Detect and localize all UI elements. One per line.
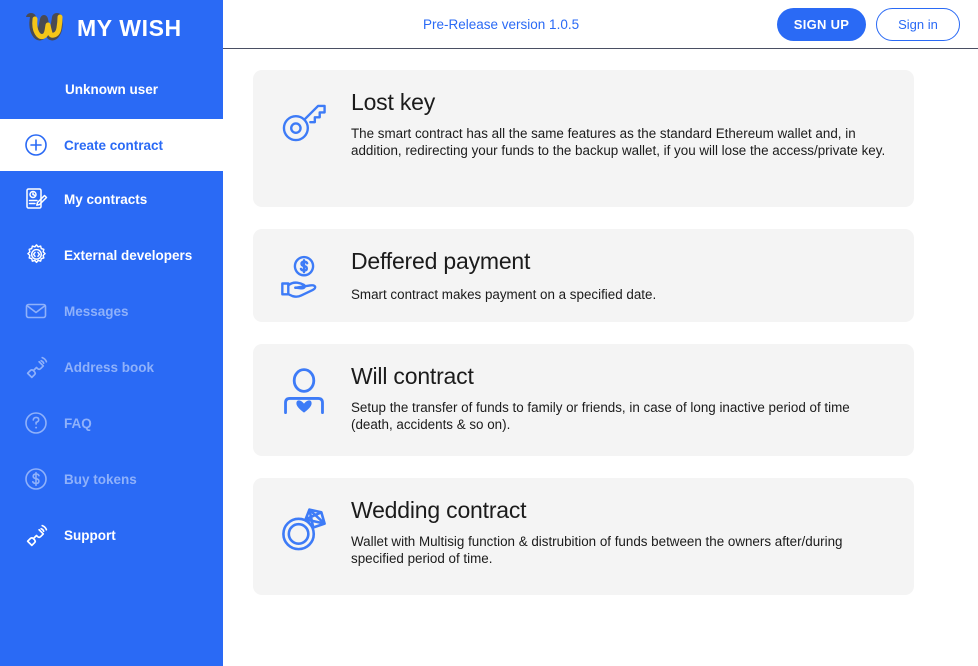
topbar: Pre-Release version 1.0.5 SIGN UP Sign i…: [223, 0, 978, 49]
dollar-circle-icon: [22, 465, 50, 493]
card-description: Wallet with Multisig function & distrubi…: [351, 534, 843, 567]
contract-type-list: Lost key The smart contract has all the …: [223, 49, 978, 666]
topbar-actions: SIGN UP Sign in: [777, 7, 960, 41]
sidebar-item-label: Create contract: [64, 137, 164, 153]
sidebar-item-external-developers[interactable]: External developers: [0, 227, 223, 283]
sidebar-item-support[interactable]: Support: [0, 507, 223, 563]
version-label: Pre-Release version 1.0.5: [423, 16, 580, 32]
username-label: Unknown user: [64, 82, 158, 97]
contract-card-deffered-payment[interactable]: Deffered payment Smart contract makes pa…: [253, 229, 914, 322]
card-title: Deffered payment: [351, 248, 531, 274]
contract-card-lost-key[interactable]: Lost key The smart contract has all the …: [253, 70, 914, 207]
card-title: Wedding contract: [351, 497, 527, 523]
gear-code-icon: [22, 241, 50, 269]
sign-up-button[interactable]: SIGN UP: [777, 7, 866, 41]
sidebar-item-buy-tokens[interactable]: Buy tokens: [0, 451, 223, 507]
document-pencil-icon: [22, 185, 50, 213]
phone-icon: [22, 353, 50, 381]
wedding-ring-icon: [273, 496, 335, 577]
person-heart-icon: [273, 362, 335, 438]
plus-circle-icon: [22, 131, 50, 159]
contract-card-will[interactable]: Will contract Setup the transfer of fund…: [253, 344, 914, 456]
question-circle-icon: [22, 409, 50, 437]
sidebar-item-faq[interactable]: FAQ: [0, 395, 223, 451]
brand[interactable]: MY WISH: [0, 0, 223, 56]
card-body: Wedding contract Wallet with Multisig fu…: [351, 496, 892, 577]
main-area: Pre-Release version 1.0.5 SIGN UP Sign i…: [223, 0, 978, 666]
sidebar-item-label: External developers: [64, 247, 193, 263]
sidebar-item-label: My contracts: [64, 191, 148, 207]
card-description: The smart contract has all the same feat…: [351, 126, 886, 159]
card-title: Will contract: [351, 363, 474, 389]
envelope-icon: [22, 297, 50, 325]
sidebar-item-label: Buy tokens: [64, 471, 137, 487]
sidebar-item-create-contract[interactable]: Create contract: [0, 119, 223, 171]
card-title: Lost key: [351, 89, 436, 115]
card-body: Deffered payment Smart contract makes pa…: [351, 247, 892, 304]
sidebar-item-messages[interactable]: Messages: [0, 283, 223, 339]
card-body: Lost key The smart contract has all the …: [351, 88, 892, 189]
card-description: Smart contract makes payment on a specif…: [351, 287, 657, 302]
sidebar-item-address-book[interactable]: Address book: [0, 339, 223, 395]
sidebar-item-my-contracts[interactable]: My contracts: [0, 171, 223, 227]
sidebar-item-label: Support: [64, 527, 116, 543]
sidebar-nav: Create contract My contracts External de…: [0, 119, 223, 563]
sidebar: MY WISH Unknown user Create contract My …: [0, 0, 223, 666]
phone-icon: [22, 521, 50, 549]
card-description: Setup the transfer of funds to family or…: [351, 400, 850, 433]
mywish-w-logo-icon: [26, 11, 66, 45]
hand-dollar-icon: [273, 247, 335, 304]
contract-card-wedding[interactable]: Wedding contract Wallet with Multisig fu…: [253, 478, 914, 595]
sign-in-button[interactable]: Sign in: [876, 7, 960, 41]
sidebar-item-label: Address book: [64, 359, 155, 375]
sidebar-item-label: Messages: [64, 303, 129, 319]
brand-name: MY WISH: [77, 14, 182, 41]
key-icon: [273, 88, 335, 189]
sidebar-item-label: FAQ: [64, 415, 92, 431]
app-root: MY WISH Unknown user Create contract My …: [0, 0, 978, 666]
card-body: Will contract Setup the transfer of fund…: [351, 362, 892, 438]
